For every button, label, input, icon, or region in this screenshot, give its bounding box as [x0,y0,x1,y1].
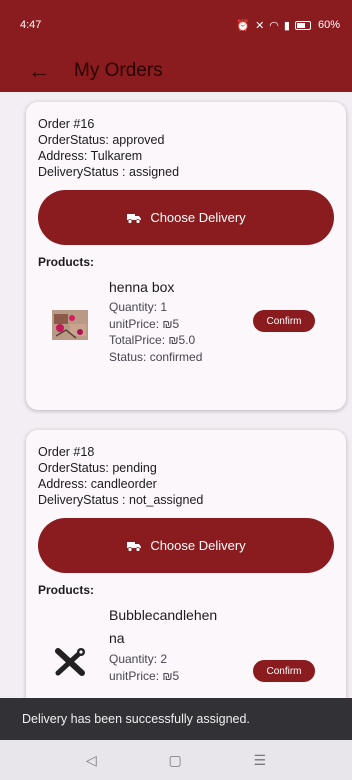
wifi-icon: ◠ [269,19,279,32]
mute-icon: ✕ [255,19,265,32]
signal-icon: ▮ [283,19,290,32]
delivery-status: DeliveryStatus : not_assigned [38,493,204,507]
battery-percent: 60% [317,19,340,31]
product-total-price: TotalPrice: ₪5.0 [109,333,196,347]
product-quantity: Quantity: 2 [109,652,168,666]
confirm-button[interactable]: Confirm [253,660,315,682]
status-icons: ⏰ ✕ ◠ ▮ 60% [236,19,340,32]
snackbar: Delivery has been successfully assigned. [0,698,352,740]
choose-delivery-label: Choose Delivery [150,210,246,225]
product-name-line1: Bubblecandlehen [109,607,218,623]
orders-list[interactable]: Order #16 OrderStatus: approved Address:… [0,92,352,698]
nav-back-icon[interactable]: ◁ [86,752,97,769]
product-unit-price: unitPrice: ₪5 [109,668,180,683]
confirm-button[interactable]: Confirm [253,310,315,332]
page-title: My Orders [74,60,163,81]
order-title: Order #16 [38,117,95,131]
order-address: Address: Tulkarem [38,149,143,163]
nav-menu-icon[interactable]: ☰ [254,752,267,769]
battery-icon [294,20,311,30]
products-label: Products: [38,583,95,597]
product-name: henna box [109,279,175,295]
order-status: OrderStatus: pending [38,461,157,475]
product-name: Bubblecandlehen na [109,605,217,648]
tools-icon [55,648,85,676]
delivery-status: DeliveryStatus : assigned [38,165,180,179]
system-nav-bar: ◁ ▢ ☰ [0,740,352,780]
product-item: henna box Quantity: 1 unitPrice: ₪5 Tota… [38,277,334,377]
products-label: Products: [38,255,95,269]
order-card: Order #18 OrderStatus: pending Address: … [26,430,346,698]
snackbar-message: Delivery has been successfully assigned. [22,712,250,726]
product-details: Quantity: 1 unitPrice: ₪5 TotalPrice: ₪5… [109,299,202,365]
product-name-line2: na [109,630,125,646]
order-address: Address: candleorder [38,477,157,491]
product-details: Quantity: 2 unitPrice: ₪5 [109,651,179,684]
order-status: OrderStatus: approved [38,133,165,147]
delivery-icon [127,541,142,552]
delivery-icon [127,213,142,224]
product-quantity: Quantity: 1 [109,300,168,314]
choose-delivery-button[interactable]: Choose Delivery [38,518,334,573]
product-item: Bubblecandlehen na Quantity: 2 unitPrice… [38,605,334,698]
alarm-icon: ⏰ [236,19,251,32]
choose-delivery-button[interactable]: Choose Delivery [38,190,334,245]
product-status: Status: confirmed [109,349,203,364]
henna-box-image [52,310,88,340]
product-unit-price: unitPrice: ₪5 [109,316,180,331]
nav-home-icon[interactable]: ▢ [168,752,181,769]
order-title: Order #18 [38,445,95,459]
choose-delivery-label: Choose Delivery [150,538,246,553]
order-card: Order #16 OrderStatus: approved Address:… [26,102,346,410]
back-arrow-icon[interactable]: ← [28,60,50,82]
app-bar: ← My Orders [0,50,352,92]
status-bar: 4:47 ⏰ ✕ ◠ ▮ 60% [0,0,352,50]
status-time: 4:47 [20,19,42,31]
